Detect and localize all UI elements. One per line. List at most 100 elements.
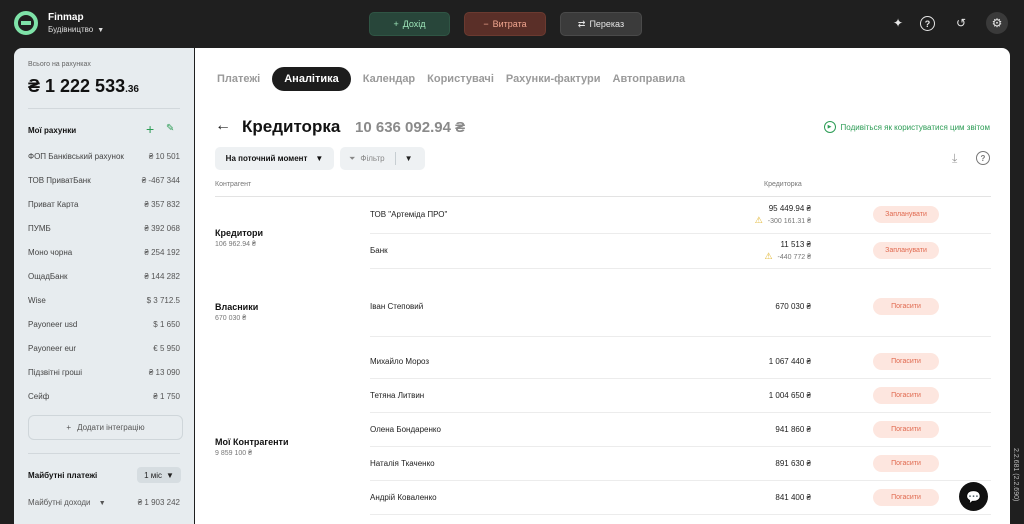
tab-autorules[interactable]: Автоправила: [607, 67, 692, 91]
repay-button[interactable]: Погасити: [873, 353, 939, 370]
account-amount: $ 1 650: [153, 319, 180, 329]
account-amount: € 5 950: [153, 343, 180, 353]
help-icon[interactable]: ?: [976, 151, 990, 165]
tab-payments[interactable]: Платежі: [211, 67, 266, 91]
sparkle-icon[interactable]: ✦: [889, 14, 907, 32]
chevron-down-icon: ▼: [98, 500, 106, 507]
chevron-down-icon: ▼: [315, 154, 324, 163]
account-row[interactable]: ТОВ ПриватБанк ₴ -467 344: [28, 172, 180, 188]
page-title: Кредиторка: [242, 117, 341, 136]
divider: [28, 108, 180, 109]
account-row[interactable]: Сейф ₴ 1 750: [28, 388, 180, 404]
group-name: Кредитори: [215, 228, 264, 238]
group-total: 670 030 ₴: [215, 315, 247, 322]
account-row[interactable]: Моно чорна ₴ 254 192: [28, 244, 180, 260]
add-income-button[interactable]: + Дохід: [369, 12, 450, 36]
finmap-logo-icon[interactable]: [14, 11, 38, 35]
account-name: ТОВ ПриватБанк: [28, 175, 91, 185]
moment-value: На поточний момент: [225, 154, 308, 163]
minus-icon: −: [483, 19, 489, 29]
chat-icon[interactable]: 💬: [959, 482, 988, 511]
back-arrow-icon[interactable]: ←: [215, 117, 231, 135]
add-transfer-button[interactable]: ⇄ Переказ: [560, 12, 642, 36]
account-amount: $ 3 712.5: [146, 295, 180, 305]
account-row[interactable]: ОщадБанк ₴ 144 282: [28, 268, 180, 284]
company-name: Будівництво: [48, 25, 94, 34]
schedule-button[interactable]: Запланувати: [873, 206, 939, 223]
chevron-down-icon[interactable]: ▼: [405, 154, 413, 163]
company-selector[interactable]: Будівництво ▼: [48, 25, 104, 34]
tab-analytics[interactable]: Аналітика: [272, 67, 351, 91]
future-payments-title: Майбутні платежі: [28, 471, 98, 480]
chevron-down-icon: ▼: [166, 470, 174, 480]
account-amount: ₴ 1 750: [153, 391, 180, 401]
tab-calendar[interactable]: Календар: [357, 67, 421, 91]
account-name: Приват Карта: [28, 199, 79, 209]
future-income-row[interactable]: Майбутні доходи ▼ ₴ 1 903 242: [28, 498, 180, 507]
account-name: Payoneer eur: [28, 343, 77, 353]
plus-icon: +: [66, 423, 72, 432]
chevron-down-icon: ▼: [97, 27, 105, 34]
warning-icon: ⚠: [754, 215, 763, 225]
add-expense-button[interactable]: − Витрата: [464, 12, 546, 36]
settings-icon[interactable]: ⚙: [986, 12, 1008, 34]
transfer-icon: ⇄: [577, 18, 586, 29]
row-counterparty: Банк: [370, 246, 388, 255]
divider: [370, 233, 991, 234]
repay-button[interactable]: Погасити: [873, 489, 939, 506]
repay-button[interactable]: Погасити: [873, 421, 939, 438]
repay-button[interactable]: Погасити: [873, 387, 939, 404]
group-total: 106 962.94 ₴: [215, 241, 256, 248]
add-account-icon[interactable]: +: [146, 121, 154, 137]
moment-select[interactable]: На поточний момент ▼: [215, 147, 334, 170]
row-overdue: ⚠ -300 161.31 ₴: [754, 215, 811, 225]
account-row[interactable]: Приват Карта ₴ 357 832: [28, 196, 180, 212]
row-amount: 95 449.94 ₴: [768, 204, 811, 213]
account-row[interactable]: ФОП Банківський рахунок ₴ 10 501: [28, 148, 180, 164]
top-bar: Finmap Будівництво ▼ + Дохід − Витрата ⇄ Пер…: [0, 0, 1024, 48]
account-row[interactable]: Payoneer eur € 5 950: [28, 340, 180, 356]
how-to-link[interactable]: ▶ Подивіться як користуватися цим звітом: [823, 121, 990, 133]
period-select[interactable]: 1 міс ▼: [137, 467, 181, 483]
account-row[interactable]: Підзвітні гроші ₴ 13 090: [28, 364, 180, 380]
divider: [28, 453, 180, 454]
row-counterparty: Іван Степовий: [370, 302, 424, 311]
plus-icon: +: [393, 19, 399, 29]
account-amount: ₴ -467 344: [141, 175, 180, 185]
repay-button[interactable]: Погасити: [873, 298, 939, 315]
divider: [394, 152, 396, 165]
expense-label: Витрата: [492, 19, 527, 29]
tab-users[interactable]: Користувачі: [421, 67, 500, 91]
row-amount: 841 400 ₴: [775, 493, 811, 502]
schedule-button[interactable]: Запланувати: [873, 242, 939, 259]
account-amount: ₴ 13 090: [148, 367, 180, 377]
edit-accounts-icon[interactable]: ✎: [166, 123, 174, 134]
group-total: 9 859 100 ₴: [215, 450, 252, 457]
period-value: 1 міс: [144, 470, 163, 480]
history-icon[interactable]: ↺: [952, 14, 970, 32]
account-row[interactable]: ПУМБ ₴ 392 068: [28, 220, 180, 236]
row-amount: 941 860 ₴: [775, 425, 811, 434]
account-row[interactable]: Payoneer usd $ 1 650: [28, 316, 180, 332]
account-name: Підзвітні гроші: [28, 367, 82, 377]
accounts-title: Мої рахунки: [28, 126, 77, 135]
divider: [370, 480, 991, 481]
download-icon[interactable]: ⤓: [952, 151, 957, 166]
account-name: ОщадБанк: [28, 271, 68, 281]
row-counterparty: ТОВ "Артеміда ПРО": [370, 210, 448, 219]
total-balance-main: ₴ 1 222 533: [28, 76, 126, 96]
add-integration-button[interactable]: + Додати інтеграцію: [28, 415, 183, 440]
account-name: ПУМБ: [28, 223, 51, 233]
divider: [370, 446, 991, 447]
account-name: Моно чорна: [28, 247, 73, 257]
future-income-amount: ₴ 1 903 242: [137, 498, 180, 507]
repay-button[interactable]: Погасити: [873, 455, 939, 472]
help-icon[interactable]: ?: [920, 16, 935, 31]
tab-invoices[interactable]: Рахунки-фактури: [500, 67, 607, 91]
divider: [370, 514, 991, 515]
group-name: Мої Контрагенти: [215, 437, 289, 447]
filter-button[interactable]: ⏷ Фільтр ▼: [340, 147, 425, 170]
account-amount: ₴ 10 501: [148, 151, 180, 161]
sidebar: Всього на рахунках ₴ 1 222 533.36 Мої ра…: [14, 48, 194, 524]
account-row[interactable]: Wise $ 3 712.5: [28, 292, 180, 308]
